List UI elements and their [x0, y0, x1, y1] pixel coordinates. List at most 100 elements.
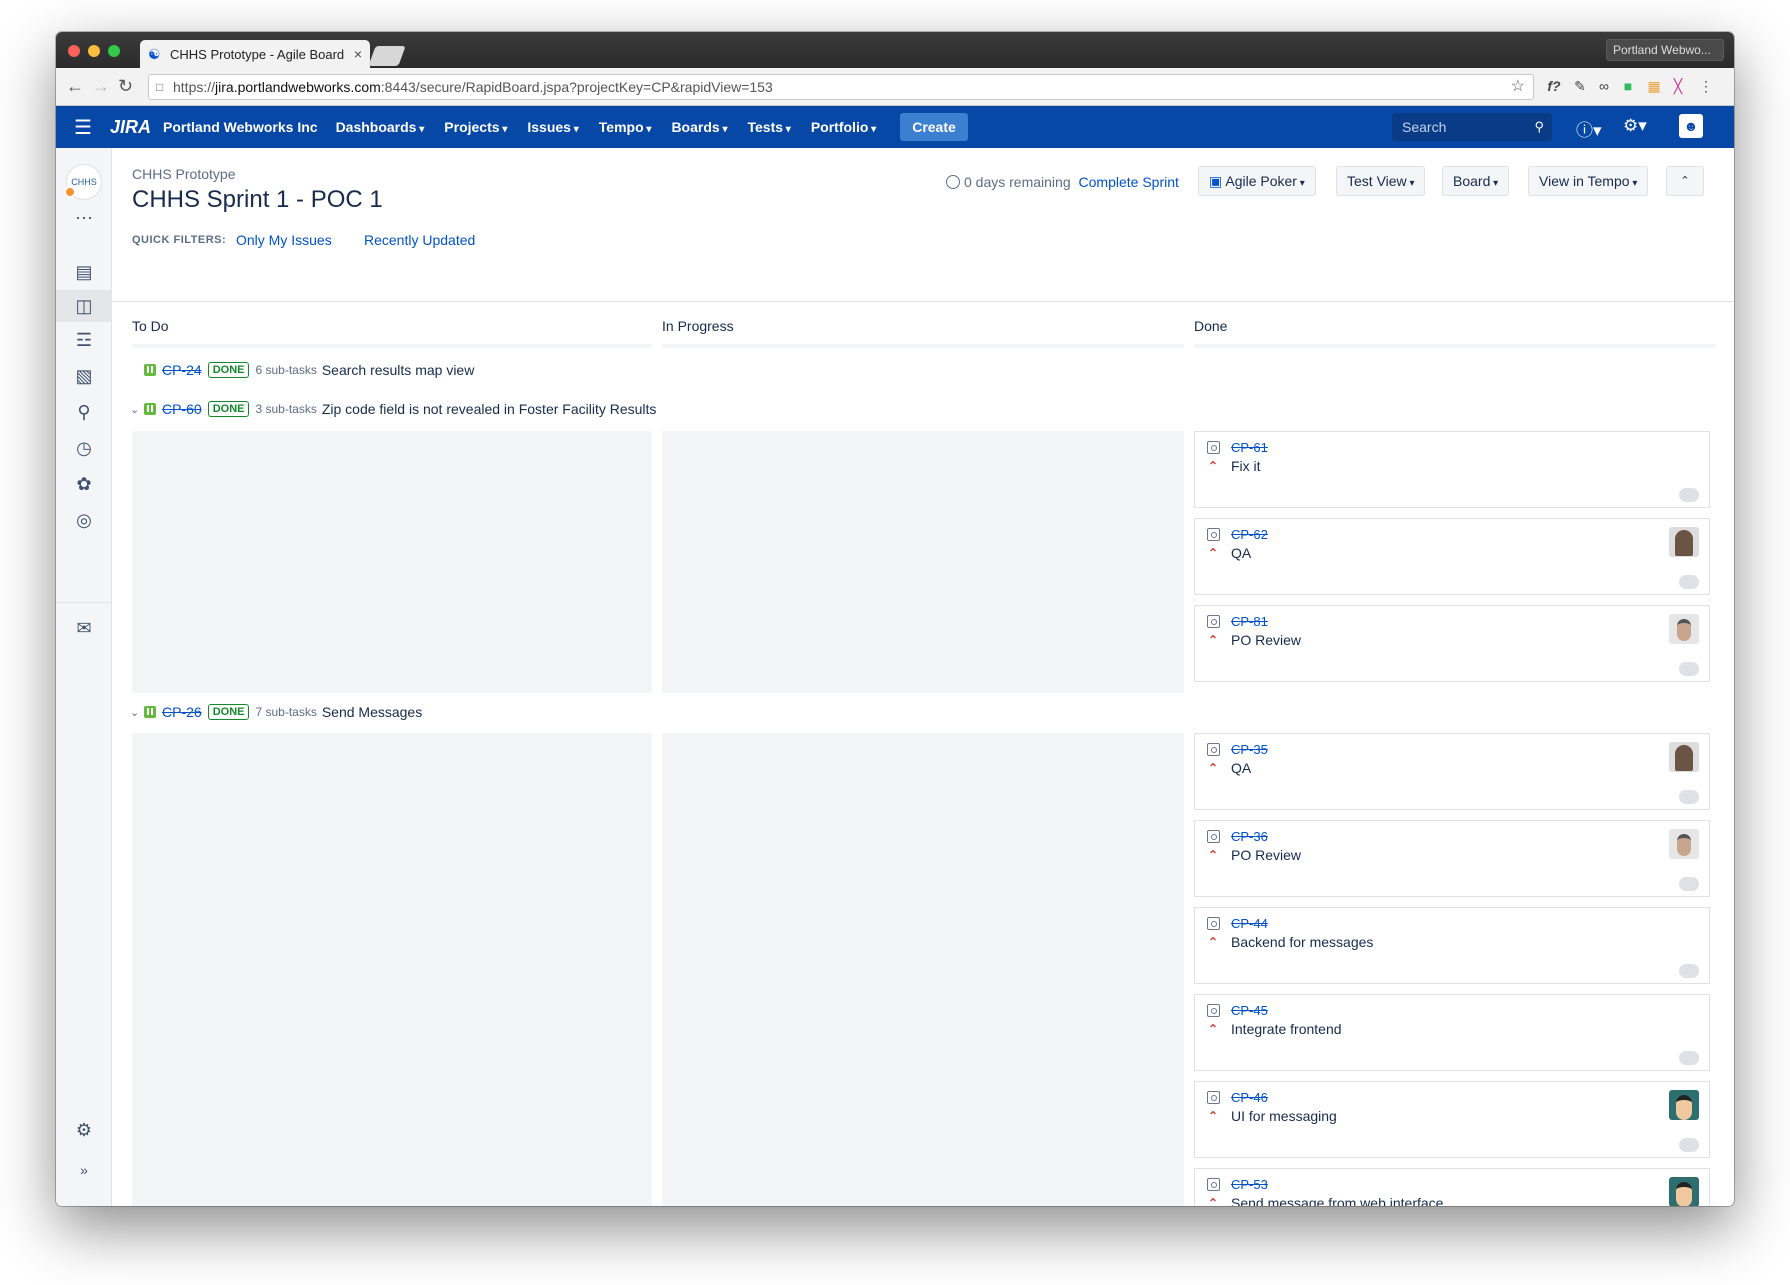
menu-portfolio[interactable]: Portfolio	[811, 119, 876, 135]
menu-tests[interactable]: Tests	[747, 119, 790, 135]
estimate-badge	[1679, 575, 1699, 589]
url-host: jira.portlandwebworks.com	[215, 79, 381, 95]
assignee-avatar[interactable]	[1669, 1177, 1699, 1206]
url-bar[interactable]: □ https://jira.portlandwebworks.com:8443…	[148, 74, 1534, 100]
project-settings-icon[interactable]: ⚙	[56, 1116, 112, 1144]
browser-window: ☯ CHHS Prototype - Agile Board × Portlan…	[56, 32, 1734, 1206]
assignee-avatar[interactable]	[1669, 1003, 1699, 1033]
card-issue-key[interactable]: CP-53	[1231, 1177, 1268, 1192]
new-tab-button[interactable]	[368, 46, 406, 66]
swimlane-header[interactable]: ⌄ CP-60 DONE 3 sub-tasks Zip code field …	[116, 401, 656, 417]
issue-card[interactable]: CP-62 ⌃ QA	[1194, 518, 1710, 595]
swimlane-header[interactable]: CP-24 DONE 6 sub-tasks Search results ma…	[116, 362, 474, 378]
app-switcher-icon[interactable]: ☰	[56, 115, 110, 140]
project-name[interactable]: CHHS Prototype	[132, 166, 235, 182]
view-in-tempo-button[interactable]: View in Tempo	[1528, 166, 1649, 196]
card-issue-key[interactable]: CP-81	[1231, 614, 1268, 629]
assignee-avatar[interactable]	[1669, 829, 1699, 859]
link-extension-icon[interactable]: ∞	[1596, 78, 1612, 94]
settings-gear-icon[interactable]: ⚙▾	[1623, 116, 1647, 136]
chevron-down-icon[interactable]: ⌄	[130, 706, 144, 719]
issue-card[interactable]: CP-81 ⌃ PO Review	[1194, 605, 1710, 682]
reload-icon[interactable]: ↻	[118, 76, 133, 97]
help-icon[interactable]: ⓘ▾	[1576, 116, 1602, 141]
back-icon[interactable]: ←	[66, 76, 84, 97]
issues-search-icon[interactable]: ⚲	[56, 398, 112, 426]
menu-tempo[interactable]: Tempo	[599, 119, 652, 135]
forward-icon[interactable]: →	[92, 76, 110, 97]
header-divider	[112, 301, 1734, 302]
user-avatar[interactable]: ☻	[1679, 114, 1703, 138]
bookmark-star-icon[interactable]: ☆	[1511, 75, 1525, 99]
assignee-avatar[interactable]	[1669, 614, 1699, 644]
jira-logo[interactable]: JIRA	[110, 117, 151, 138]
priority-highest-icon: ⌃	[1208, 546, 1219, 560]
active-sprint-icon[interactable]: ◫	[56, 290, 112, 322]
priority-highest-icon: ⌃	[1208, 848, 1219, 862]
more-icon[interactable]: ⋯	[56, 208, 112, 229]
card-issue-key[interactable]: CP-36	[1231, 829, 1268, 844]
card-issue-key[interactable]: CP-35	[1231, 742, 1268, 757]
reports-icon[interactable]: ▧	[56, 362, 112, 390]
search-placeholder: Search	[1402, 119, 1447, 135]
create-button[interactable]: Create	[900, 113, 968, 141]
menu-boards[interactable]: Boards	[671, 119, 727, 135]
components-icon[interactable]: ◎	[56, 506, 112, 534]
evernote-extension-icon[interactable]: ■	[1620, 78, 1636, 94]
collapse-header-button[interactable]: ⌃	[1666, 166, 1704, 196]
assignee-avatar[interactable]	[1669, 742, 1699, 772]
close-window-button[interactable]	[68, 45, 80, 57]
issue-card[interactable]: CP-53 ⌃ Send message from web interface	[1194, 1168, 1710, 1206]
test-view-button[interactable]: Test View	[1336, 166, 1426, 196]
calendar-extension-icon[interactable]: ▦	[1646, 78, 1662, 94]
menu-issues[interactable]: Issues	[527, 119, 578, 135]
menu-dashboards[interactable]: Dashboards	[336, 119, 425, 135]
page-info-icon[interactable]: □	[156, 75, 163, 99]
assignee-avatar[interactable]	[1669, 440, 1699, 470]
column-inprogress-header: In Progress	[662, 318, 734, 334]
browser-menu-icon[interactable]: ⋮	[1698, 78, 1714, 94]
card-issue-key[interactable]: CP-45	[1231, 1003, 1268, 1018]
browser-tab[interactable]: ☯ CHHS Prototype - Agile Board ×	[140, 40, 370, 68]
close-tab-icon[interactable]: ×	[354, 46, 362, 62]
feedback-megaphone-icon[interactable]: ✉	[56, 614, 112, 642]
assignee-avatar[interactable]	[1669, 916, 1699, 946]
org-name-link[interactable]: Portland Webworks Inc	[163, 119, 318, 135]
backlog-icon[interactable]: ▤	[56, 258, 112, 286]
card-issue-key[interactable]: CP-61	[1231, 440, 1268, 455]
tempo-clock-icon[interactable]: ◷	[56, 434, 112, 462]
card-issue-key[interactable]: CP-62	[1231, 527, 1268, 542]
agile-poker-button[interactable]: ▣ Agile Poker	[1198, 166, 1316, 196]
issue-key[interactable]: CP-60	[162, 401, 202, 417]
issue-card[interactable]: CP-35 ⌃ QA	[1194, 733, 1710, 810]
chevron-down-icon[interactable]: ⌄	[130, 403, 144, 416]
issue-card[interactable]: CP-36 ⌃ PO Review	[1194, 820, 1710, 897]
issue-card[interactable]: CP-44 ⌃ Backend for messages	[1194, 907, 1710, 984]
issue-key[interactable]: CP-24	[162, 362, 202, 378]
pen-extension-icon[interactable]: ╳	[1670, 78, 1686, 94]
assignee-avatar[interactable]	[1669, 527, 1699, 557]
board-button[interactable]: Board	[1442, 166, 1510, 196]
expand-sidebar-icon[interactable]: »	[56, 1156, 112, 1184]
card-issue-key[interactable]: CP-44	[1231, 916, 1268, 931]
quick-filter-recently-updated[interactable]: Recently Updated	[364, 232, 475, 248]
issue-card[interactable]: CP-61 ⌃ Fix it	[1194, 431, 1710, 508]
complete-sprint-link[interactable]: Complete Sprint	[1079, 174, 1179, 190]
search-input[interactable]: Search ⚲	[1392, 113, 1552, 141]
issue-card[interactable]: CP-45 ⌃ Integrate frontend	[1194, 994, 1710, 1071]
wing-icon[interactable]: ✿	[56, 470, 112, 498]
issue-card[interactable]: CP-46 ⌃ UI for messaging	[1194, 1081, 1710, 1158]
profile-button[interactable]: Portland Webwo...	[1606, 39, 1724, 61]
minimize-window-button[interactable]	[88, 45, 100, 57]
assignee-avatar[interactable]	[1669, 1090, 1699, 1120]
quick-filter-only-my-issues[interactable]: Only My Issues	[236, 232, 332, 248]
menu-projects[interactable]: Projects	[444, 119, 507, 135]
eyedropper-extension-icon[interactable]: ✎	[1572, 78, 1588, 94]
subtask-type-icon	[1207, 743, 1220, 756]
formula-extension-icon[interactable]: f?	[1546, 78, 1562, 94]
issue-key[interactable]: CP-26	[162, 704, 202, 720]
swimlane-header[interactable]: ⌄ CP-26 DONE 7 sub-tasks Send Messages	[116, 704, 422, 720]
releases-icon[interactable]: ☲	[56, 326, 112, 354]
card-issue-key[interactable]: CP-46	[1231, 1090, 1268, 1105]
maximize-window-button[interactable]	[108, 45, 120, 57]
